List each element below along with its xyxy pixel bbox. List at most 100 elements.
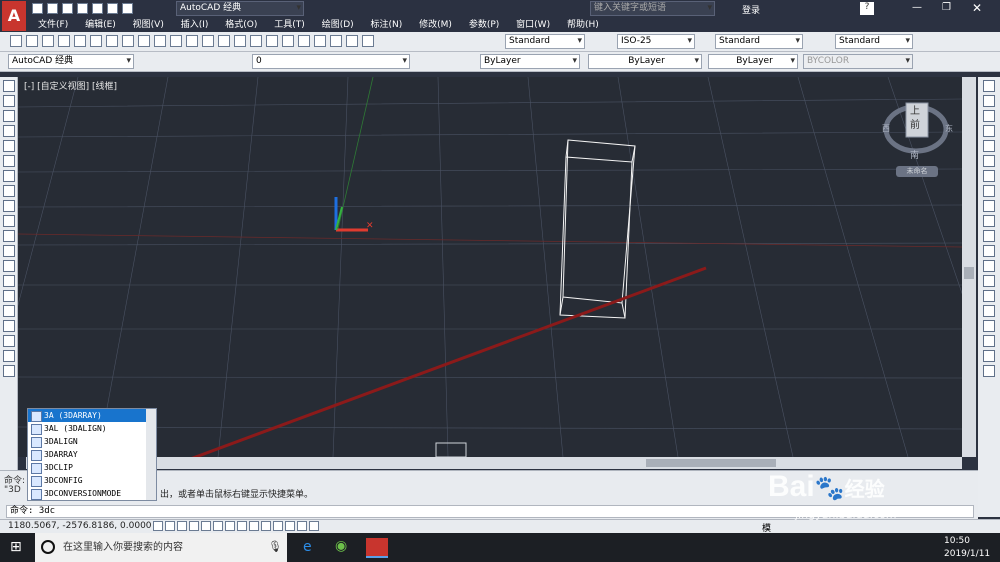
make-block-icon[interactable] [2,260,15,272]
save-icon[interactable] [62,3,73,14]
design-center-icon[interactable] [282,35,294,47]
arc-icon[interactable] [2,155,15,167]
polygon-icon[interactable] [2,125,15,137]
erase-icon[interactable] [983,80,995,92]
ellipse-icon[interactable] [2,215,15,227]
trim-icon[interactable] [983,215,995,227]
spline-icon[interactable] [2,200,15,212]
menu-help[interactable]: 帮助(H) [567,18,599,32]
insert-block-icon[interactable] [2,245,15,257]
multiline-text-icon[interactable] [2,350,15,362]
layer-select[interactable]: 0 [252,54,410,69]
workspace-switcher[interactable]: AutoCAD 经典 [176,1,304,16]
vertical-scrollbar[interactable] [962,77,976,457]
cut-icon[interactable] [106,35,118,47]
ellipse-arc-icon[interactable] [2,230,15,242]
osnap-endpoint-icon[interactable] [983,350,995,362]
tool-palettes-icon[interactable] [298,35,310,47]
wireframe-box[interactable] [559,139,636,319]
menu-insert[interactable]: 插入(I) [181,18,209,32]
rectangle-icon[interactable] [2,140,15,152]
line-icon[interactable] [2,80,15,92]
calculator-icon[interactable] [346,35,358,47]
linetype-select[interactable]: ByLayer [588,54,702,69]
save-icon[interactable] [42,35,54,47]
move-icon[interactable] [983,155,995,167]
offset-icon[interactable] [983,125,995,137]
horizontal-scrollbar[interactable] [26,457,962,469]
selection-cycling-icon[interactable] [309,521,319,531]
print-icon[interactable] [92,3,103,14]
autocad-taskbar-icon[interactable] [366,538,388,558]
mirror-icon[interactable] [983,110,995,122]
snap-icon[interactable] [165,521,175,531]
scale-icon[interactable] [983,185,995,197]
markup-icon[interactable] [330,35,342,47]
redo-icon[interactable] [186,35,198,47]
draworder-icon[interactable] [983,335,995,347]
table-style-select[interactable]: Standard [715,34,803,49]
blend-icon[interactable] [983,320,995,332]
wcs-menu[interactable]: 未命名 [896,166,938,177]
grid-icon[interactable] [177,521,187,531]
menu-file[interactable]: 文件(F) [38,18,68,32]
undo-icon[interactable] [170,35,182,47]
paste-icon[interactable] [138,35,150,47]
dim-style-select[interactable]: ISO-25 [617,34,695,49]
join-icon[interactable] [983,260,995,272]
zoom-previous-icon[interactable] [250,35,262,47]
publish-icon[interactable] [90,35,102,47]
edge-icon[interactable]: e [303,539,312,555]
ducs-icon[interactable] [249,521,259,531]
explode-icon[interactable] [983,305,995,317]
taskbar-search-input[interactable]: 在这里输入你要搜索的内容 [35,533,287,562]
workspace-select[interactable]: AutoCAD 经典 [8,54,134,69]
multileader-style-select[interactable]: Standard [835,34,913,49]
region-icon[interactable] [2,320,15,332]
autocomplete-item[interactable]: 3DCONVERSIONMODE [28,487,156,500]
construction-line-icon[interactable] [2,95,15,107]
infer-constraints-icon[interactable] [153,521,163,531]
autocomplete-item[interactable]: 3DCONFIG [28,474,156,487]
copy-icon[interactable] [122,35,134,47]
menu-modify[interactable]: 修改(M) [419,18,452,32]
help-button[interactable]: ? [860,2,874,15]
menu-view[interactable]: 视图(V) [133,18,164,32]
revision-cloud-icon[interactable] [2,185,15,197]
array-icon[interactable] [983,140,995,152]
autocomplete-item[interactable]: 3DCLIP [28,461,156,474]
add-selected-icon[interactable] [2,365,15,377]
autocomplete-item[interactable]: 3DARRAY [28,448,156,461]
lineweight-toggle-icon[interactable] [273,521,283,531]
polyline-icon[interactable] [2,110,15,122]
plot-preview-icon[interactable] [74,35,86,47]
ortho-icon[interactable] [189,521,199,531]
undo-icon[interactable] [107,3,118,14]
table-icon[interactable] [2,335,15,347]
new-icon[interactable] [32,3,43,14]
microphone-icon[interactable]: 🎙 [268,540,282,553]
saveas-icon[interactable] [77,3,88,14]
otrack-icon[interactable] [237,521,247,531]
menu-format[interactable]: 格式(O) [225,18,257,32]
3d-osnap-icon[interactable] [225,521,235,531]
menu-edit[interactable]: 编辑(E) [85,18,116,32]
quick-properties-icon[interactable] [297,521,307,531]
redo-icon[interactable] [122,3,133,14]
dyn-icon[interactable] [261,521,271,531]
close-icon[interactable]: ✕ [972,1,982,15]
text-style-select[interactable]: Standard [505,34,585,49]
menu-draw[interactable]: 绘图(D) [322,18,354,32]
help-icon[interactable] [362,35,374,47]
zoom-realtime-icon[interactable] [218,35,230,47]
transparency-icon[interactable] [285,521,295,531]
restore-icon[interactable]: ❐ [942,2,951,13]
gradient-icon[interactable] [2,305,15,317]
open-icon[interactable] [47,3,58,14]
circle-icon[interactable] [2,170,15,182]
color-select[interactable]: ByLayer [480,54,580,69]
menu-dimension[interactable]: 标注(N) [371,18,403,32]
autocomplete-scrollbar[interactable] [146,409,156,500]
sheet-set-icon[interactable] [314,35,326,47]
viewport-controls-label[interactable]: [-] [自定义视图] [线框] [24,79,117,92]
